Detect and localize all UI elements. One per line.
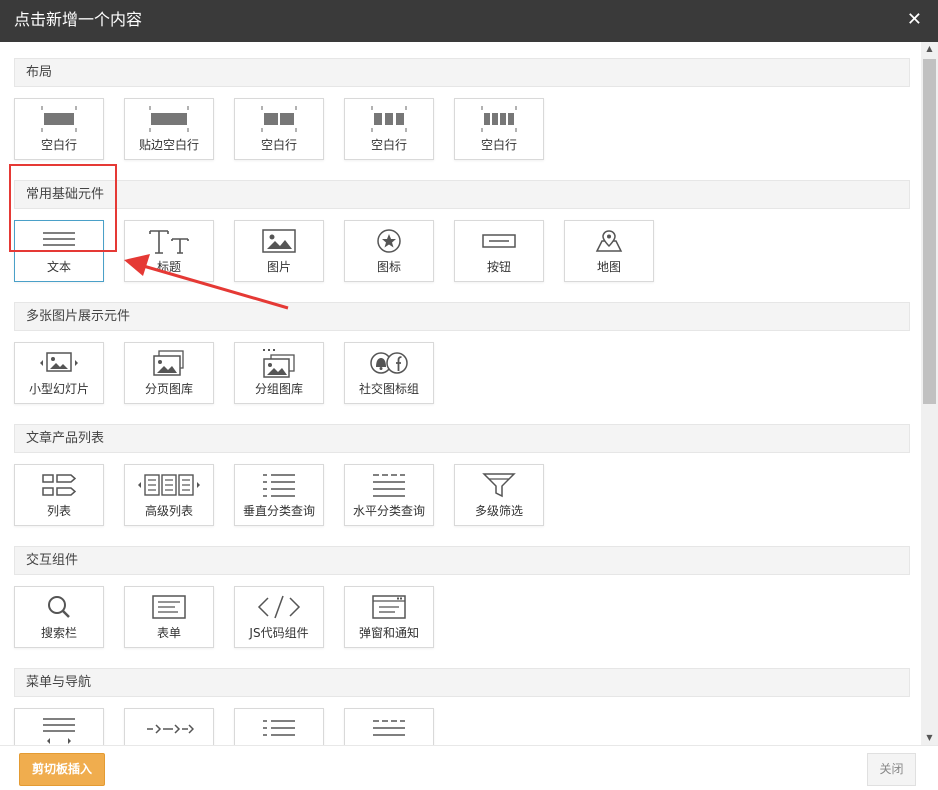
tile-button[interactable]: 按钮 <box>454 220 544 282</box>
grouped-gallery-icon <box>235 349 323 381</box>
tile-label: 空白行 <box>480 138 517 152</box>
search-icon <box>15 593 103 625</box>
tile-js-code[interactable]: JS代码组件 <box>234 586 324 648</box>
clipboard-insert-button[interactable]: 剪切板插入 <box>19 753 105 786</box>
social-icons-icon <box>345 349 433 381</box>
horizontal-category-icon <box>345 471 433 503</box>
map-pin-icon <box>565 227 653 259</box>
filter-funnel-icon <box>455 471 543 503</box>
star-circle-icon <box>345 227 433 259</box>
menu-dashed-icon <box>345 715 433 745</box>
tile-blank-row-1[interactable]: 空白行 <box>14 98 104 160</box>
tile-blank-row-2[interactable]: 空白行 <box>234 98 324 160</box>
menu-lines-icon <box>15 715 103 745</box>
tile-grouped-gallery[interactable]: 分组图库 <box>234 342 324 404</box>
image-icon <box>235 227 323 259</box>
tile-blank-row-4[interactable]: 空白行 <box>454 98 544 160</box>
form-icon <box>125 593 213 625</box>
tile-vertical-category[interactable]: 垂直分类查询 <box>234 464 324 526</box>
tile-label: 空白行 <box>260 138 297 152</box>
section-header-layout: 布局 <box>14 58 910 87</box>
tile-map[interactable]: 地图 <box>564 220 654 282</box>
tile-label: 分组图库 <box>254 382 303 396</box>
blank-row-3-icon <box>345 105 433 137</box>
tile-label: 弹窗和通知 <box>358 626 419 640</box>
paged-gallery-icon <box>125 349 213 381</box>
close-button[interactable]: 关闭 <box>867 753 916 786</box>
section-header-interactive: 交互组件 <box>14 546 910 575</box>
tile-label: 图片 <box>266 260 291 274</box>
blank-row-1-icon <box>15 105 103 137</box>
dialog-titlebar: 点击新增一个内容 ✕ <box>0 0 938 42</box>
tile-mini-slideshow[interactable]: 小型幻灯片 <box>14 342 104 404</box>
breadcrumb-arrows-icon <box>125 715 213 745</box>
list-menu-icon <box>235 715 323 745</box>
scroll-down-icon[interactable]: ▼ <box>921 731 938 745</box>
tile-text[interactable]: 文本 <box>14 220 104 282</box>
tile-label: 地图 <box>596 260 621 274</box>
tile-label: 社交图标组 <box>358 382 419 396</box>
tile-social-icons[interactable]: 社交图标组 <box>344 342 434 404</box>
tile-image[interactable]: 图片 <box>234 220 324 282</box>
tile-icon[interactable]: 图标 <box>344 220 434 282</box>
vertical-scrollbar[interactable]: ▲ ▼ <box>921 42 938 745</box>
tile-label: 水平分类查询 <box>352 504 425 518</box>
dialog-footer: 剪切板插入 关闭 <box>0 745 938 790</box>
dialog-body: 布局 空白行 贴边空白行 空白行 空白行 空白行 常用基础元件 文本 标题 图片… <box>0 42 938 745</box>
tile-label: JS代码组件 <box>249 626 309 640</box>
edge-blank-row-icon <box>125 105 213 137</box>
text-lines-icon <box>15 227 103 259</box>
tile-label: 搜索栏 <box>40 626 77 640</box>
tile-popup-notice[interactable]: 弹窗和通知 <box>344 586 434 648</box>
blank-row-2-icon <box>235 105 323 137</box>
advanced-list-icon <box>125 471 213 503</box>
button-icon <box>455 227 543 259</box>
scrollbar-thumb[interactable] <box>923 59 936 404</box>
tile-advanced-list[interactable]: 高级列表 <box>124 464 214 526</box>
tile-menu-4[interactable] <box>344 708 434 745</box>
tile-label: 空白行 <box>40 138 77 152</box>
code-icon <box>235 593 323 625</box>
tile-multi-filter[interactable]: 多级筛选 <box>454 464 544 526</box>
tile-title[interactable]: 标题 <box>124 220 214 282</box>
list-icon <box>15 471 103 503</box>
tile-menu-2[interactable] <box>124 708 214 745</box>
dialog-title: 点击新增一个内容 <box>14 10 143 29</box>
tile-label: 按钮 <box>486 260 511 274</box>
tile-label: 文本 <box>46 260 71 274</box>
tile-label: 高级列表 <box>144 504 193 518</box>
tile-label: 多级筛选 <box>474 504 523 518</box>
tile-label: 贴边空白行 <box>138 138 199 152</box>
popup-notice-icon <box>345 593 433 625</box>
tile-list[interactable]: 列表 <box>14 464 104 526</box>
tile-paged-gallery[interactable]: 分页图库 <box>124 342 214 404</box>
slideshow-icon <box>15 349 103 381</box>
tile-menu-1[interactable] <box>14 708 104 745</box>
add-content-dialog: 点击新增一个内容 ✕ 布局 空白行 贴边空白行 空白行 空白行 空白行 常用基础… <box>0 0 938 790</box>
vertical-category-icon <box>235 471 323 503</box>
tile-menu-3[interactable] <box>234 708 324 745</box>
tile-form[interactable]: 表单 <box>124 586 214 648</box>
section-header-menu-nav: 菜单与导航 <box>14 668 910 697</box>
title-tt-icon <box>125 227 213 259</box>
tile-search-bar[interactable]: 搜索栏 <box>14 586 104 648</box>
section-header-multi-image: 多张图片展示元件 <box>14 302 910 331</box>
tile-label: 图标 <box>376 260 401 274</box>
section-header-basic-elements: 常用基础元件 <box>14 180 910 209</box>
tile-horizontal-category[interactable]: 水平分类查询 <box>344 464 434 526</box>
tile-label: 标题 <box>156 260 181 274</box>
tile-label: 列表 <box>46 504 71 518</box>
tile-label: 小型幻灯片 <box>28 382 89 396</box>
tile-label: 表单 <box>156 626 181 640</box>
blank-row-4-icon <box>455 105 543 137</box>
tile-label: 空白行 <box>370 138 407 152</box>
tile-edge-blank-row[interactable]: 贴边空白行 <box>124 98 214 160</box>
tile-blank-row-3[interactable]: 空白行 <box>344 98 434 160</box>
scroll-up-icon[interactable]: ▲ <box>921 42 938 56</box>
close-icon[interactable]: ✕ <box>907 10 922 30</box>
tile-label: 分页图库 <box>144 382 193 396</box>
tile-label: 垂直分类查询 <box>242 504 315 518</box>
section-header-article-product-list: 文章产品列表 <box>14 424 910 453</box>
